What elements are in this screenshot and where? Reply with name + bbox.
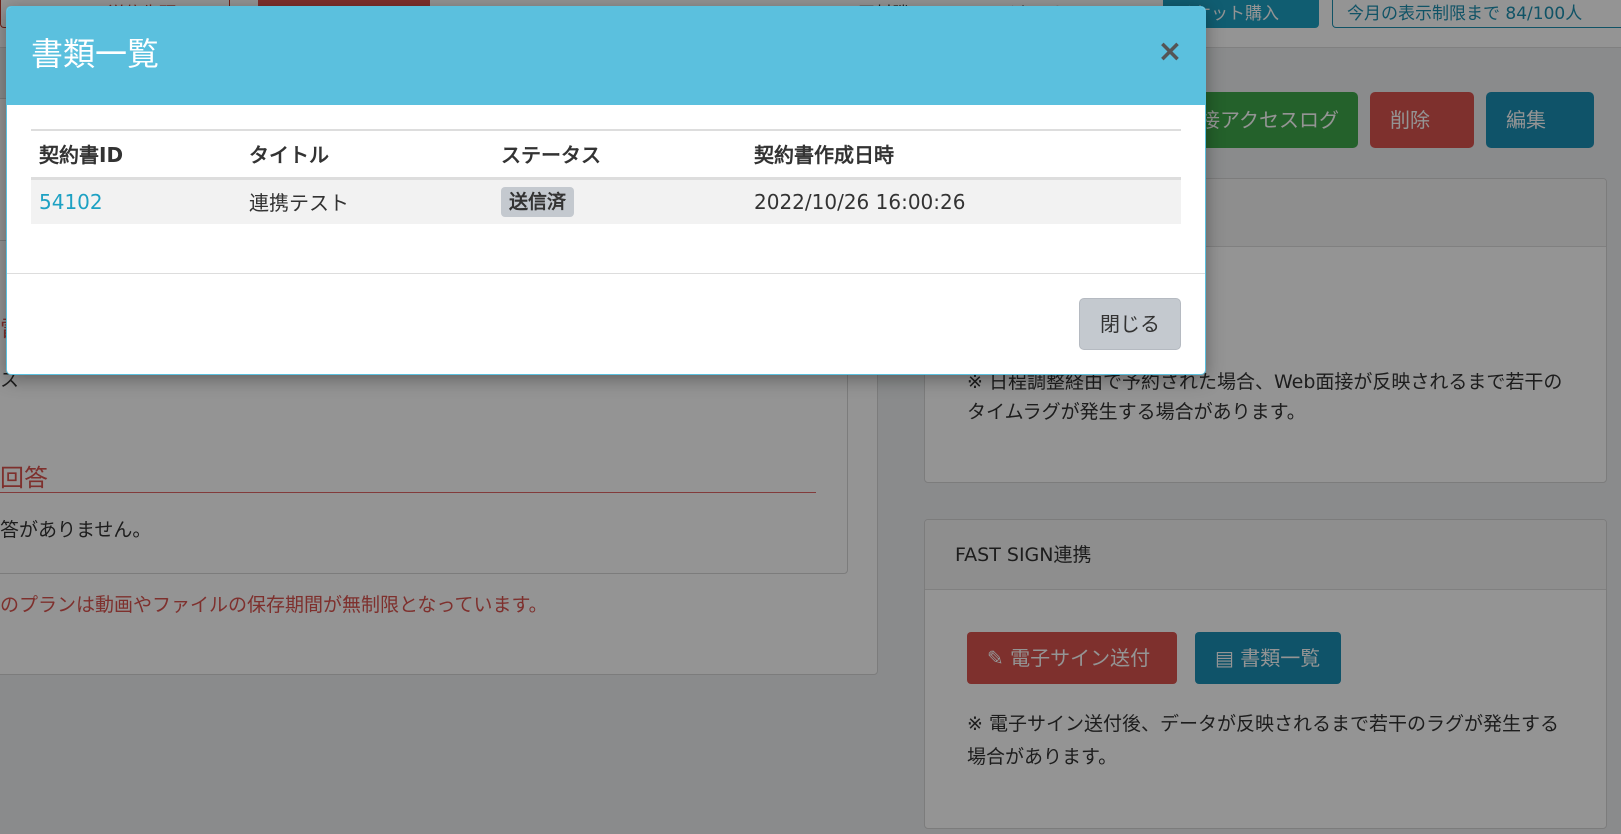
cell-contract-id: 54102 — [31, 178, 241, 224]
cell-title: 連携テスト — [249, 191, 349, 216]
close-button[interactable]: 閉じる — [1079, 298, 1181, 350]
header-status: ステータス — [501, 143, 601, 168]
cell-created-at: 2022/10/26 16:00:26 — [754, 189, 966, 214]
contract-id-link[interactable]: 54102 — [39, 190, 103, 214]
close-icon[interactable]: × — [1155, 37, 1185, 67]
header-created-at: 契約書作成日時 — [754, 143, 894, 168]
status-badge: 送信済 — [501, 186, 575, 217]
cell-status: 送信済 — [493, 178, 746, 224]
table-row: 54102 連携テスト 送信済 2022/10/26 16:00:26 — [31, 178, 1181, 224]
table-header-row: 契約書ID タイトル ステータス 契約書作成日時 — [31, 130, 1181, 178]
header-contract-id: 契約書ID — [39, 143, 124, 168]
document-list-modal: 書類一覧 × 契約書ID タイトル ステータス 契約書作成日時 54102 連携… — [6, 6, 1206, 375]
modal-body: 契約書ID タイトル ステータス 契約書作成日時 54102 連携テスト 送信済… — [31, 129, 1181, 224]
header-title: タイトル — [249, 143, 329, 168]
document-table: 契約書ID タイトル ステータス 契約書作成日時 54102 連携テスト 送信済… — [31, 129, 1181, 224]
modal-footer: 閉じる — [7, 273, 1205, 374]
modal-header: 書類一覧 × — [7, 7, 1205, 105]
modal-title: 書類一覧 — [31, 35, 160, 73]
